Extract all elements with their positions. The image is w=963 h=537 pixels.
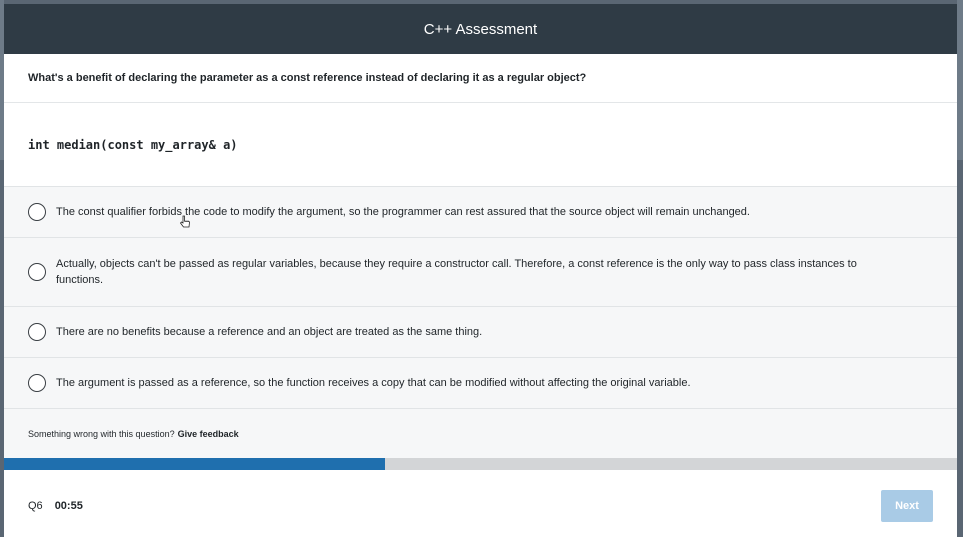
- answer-option-text: The const qualifier forbids the code to …: [56, 206, 750, 218]
- radio-button[interactable]: [28, 374, 46, 392]
- assessment-modal: C++ Assessment What's a benefit of decla…: [4, 4, 957, 537]
- radio-button[interactable]: [28, 263, 46, 281]
- timer: 00:55: [54, 500, 83, 512]
- question-code: int median(const my_array& a): [28, 137, 238, 152]
- progress-bar: [4, 458, 957, 470]
- pointer-cursor-icon: [179, 215, 190, 228]
- answer-option-text: There are no benefits because a referenc…: [56, 326, 483, 338]
- question-number: Q6: [28, 500, 43, 512]
- feedback-row: Something wrong with this question? Give…: [4, 408, 957, 458]
- assessment-title: C++ Assessment: [423, 20, 538, 38]
- answer-option-3[interactable]: There are no benefits because a referenc…: [4, 306, 957, 357]
- answer-option-text: Actually, objects can't be passed as reg…: [56, 258, 857, 286]
- next-button[interactable]: Next: [881, 490, 933, 522]
- answer-option-1[interactable]: The const qualifier forbids the code to …: [4, 186, 957, 237]
- assessment-footer: Q6 00:55 Next: [4, 470, 957, 537]
- answer-option-text: The argument is passed as a reference, s…: [56, 377, 691, 389]
- assessment-header: C++ Assessment: [4, 4, 957, 54]
- answer-option-2[interactable]: Actually, objects can't be passed as reg…: [4, 237, 957, 306]
- question-text: What's a benefit of declaring the parame…: [4, 54, 957, 103]
- backdrop-right-edge: [957, 0, 963, 160]
- radio-button[interactable]: [28, 323, 46, 341]
- progress-bar-fill: [4, 458, 386, 470]
- radio-button[interactable]: [28, 203, 46, 221]
- give-feedback-link[interactable]: Give feedback: [178, 429, 239, 439]
- feedback-prompt: Something wrong with this question?: [28, 428, 175, 439]
- answer-option-4[interactable]: The argument is passed as a reference, s…: [4, 357, 957, 408]
- answer-options: The const qualifier forbids the code to …: [4, 186, 957, 408]
